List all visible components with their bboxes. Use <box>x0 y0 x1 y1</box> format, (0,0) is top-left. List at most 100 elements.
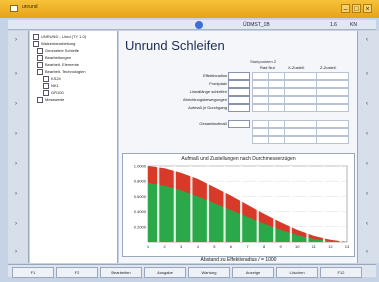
bottom-softkey-bar: F1 F2 Bearbeiten Ausgabe Wartung Anzeige… <box>8 264 376 278</box>
param-label: Effektivradius <box>203 73 227 78</box>
col-header-x: X-Zustell. <box>288 65 305 70</box>
softkey-f1-button[interactable]: F1 <box>12 267 54 278</box>
table-cell[interactable] <box>252 80 269 88</box>
table-cell[interactable] <box>316 88 349 96</box>
softkey-f2-button[interactable]: F2 <box>56 267 98 278</box>
softkey-right-8-icon[interactable]: ‹ <box>366 249 368 255</box>
softkey-right-4-icon[interactable]: ‹ <box>366 131 368 137</box>
table-cell[interactable] <box>268 120 285 128</box>
table-cell[interactable] <box>284 88 317 96</box>
page-title: Unrund Schleifen <box>125 38 225 53</box>
param-input[interactable] <box>228 120 250 128</box>
table-cell[interactable] <box>316 96 349 104</box>
tree-item[interactable]: KS24 <box>43 76 61 82</box>
softkey-right-6-icon[interactable]: ‹ <box>366 191 368 197</box>
table-cell[interactable] <box>316 128 349 136</box>
tree-item[interactable]: GR100 <box>43 90 64 96</box>
softkey-left-6-icon[interactable]: › <box>15 191 17 197</box>
tree-item[interactable]: UNRUND - Unrd (TY 1.0) <box>33 34 86 40</box>
table-cell[interactable] <box>268 96 285 104</box>
table-cell[interactable] <box>284 80 317 88</box>
table-cell[interactable] <box>316 80 349 88</box>
table-cell[interactable] <box>284 104 317 112</box>
right-softkey-strip: ‹ ‹ ‹ ‹ ‹ ‹ ‹ ‹ <box>357 31 379 263</box>
x-tick-label: 2 <box>163 244 166 249</box>
close-button[interactable]: × <box>363 4 372 13</box>
tree-item[interactable]: Walzenbearbeitung <box>33 41 75 47</box>
table-cell[interactable] <box>316 104 349 112</box>
softkey-right-7-icon[interactable]: ‹ <box>366 221 368 227</box>
x-tick-label: 6 <box>230 244 233 249</box>
softkey-left-3-icon[interactable]: › <box>15 101 17 107</box>
softkey-right-5-icon[interactable]: ‹ <box>366 161 368 167</box>
param-input[interactable] <box>228 72 250 80</box>
table-cell[interactable] <box>284 136 317 144</box>
table-cell[interactable] <box>268 104 285 112</box>
softkey-right-3-icon[interactable]: ‹ <box>366 101 368 107</box>
param-input[interactable] <box>228 96 250 104</box>
table-cell[interactable] <box>268 88 285 96</box>
table-cell[interactable] <box>316 136 349 144</box>
param-row: Aufmaß je Durchgang <box>122 104 355 112</box>
param-input[interactable] <box>228 88 250 96</box>
table-cell[interactable] <box>252 128 269 136</box>
infeed-chart: 1.00000.80000.60000.40000.20001 2 3 4 5 6 7 8 9 1… <box>134 164 350 250</box>
param-input[interactable] <box>228 104 250 112</box>
softkey-ausgabe-button[interactable]: Ausgabe <box>144 267 186 278</box>
table-cell[interactable] <box>252 104 269 112</box>
table-cell[interactable] <box>252 120 269 128</box>
table-cell[interactable] <box>252 96 269 104</box>
softkey-f12-button[interactable]: F12 <box>320 267 362 278</box>
softkey-left-1-icon[interactable]: › <box>15 37 17 43</box>
softkey-loeschen-button[interactable]: Löschen <box>276 267 318 278</box>
x-tick-label: 4 <box>197 244 200 249</box>
tree-item[interactable]: NK1 <box>43 83 59 89</box>
minimize-button[interactable]: ‒ <box>341 4 350 13</box>
info-icon[interactable] <box>195 21 203 29</box>
y-tick-label: 0.8000 <box>134 179 147 184</box>
stripe-mark <box>289 166 292 242</box>
maximize-button[interactable]: □ <box>352 4 361 13</box>
tree-item[interactable]: Bearbeitungen <box>37 55 71 61</box>
x-tick-label: 13 <box>345 244 350 249</box>
tree-item[interactable]: Messwerte <box>37 97 64 103</box>
param-input[interactable] <box>228 80 250 88</box>
stripe-mark <box>206 166 210 242</box>
softkey-anzeige-button[interactable]: Anzeige <box>232 267 274 278</box>
tree-node-icon <box>43 83 49 89</box>
softkey-right-1-icon[interactable]: ‹ <box>366 37 368 43</box>
tree-node-icon <box>37 62 43 68</box>
table-cell[interactable] <box>252 72 269 80</box>
table-cell[interactable] <box>284 128 317 136</box>
table-cell[interactable] <box>284 96 317 104</box>
table-cell[interactable] <box>284 120 317 128</box>
table-cell[interactable] <box>252 136 269 144</box>
table-cell[interactable] <box>252 88 269 96</box>
softkey-left-5-icon[interactable]: › <box>15 161 17 167</box>
table-cell[interactable] <box>268 72 285 80</box>
softkey-bearbeiten-button[interactable]: Bearbeiten <box>100 267 142 278</box>
table-cell[interactable] <box>316 72 349 80</box>
softkey-left-7-icon[interactable]: › <box>15 221 17 227</box>
table-cell[interactable] <box>268 80 285 88</box>
left-softkey-strip: › › › › › › › › <box>8 31 29 263</box>
table-cell[interactable] <box>268 136 285 144</box>
softkey-right-2-icon[interactable]: ‹ <box>366 71 368 77</box>
title-center-field: ÜDMST_1B <box>243 22 270 28</box>
chart-x-axis-label: Abstand zu Effektivradius / = 1000 <box>200 257 277 263</box>
table-cell[interactable] <box>268 128 285 136</box>
softkey-left-2-icon[interactable]: › <box>15 71 17 77</box>
param-row: Gesamtaufmaß <box>122 120 355 128</box>
tree-item[interactable]: Geometrie Schleife <box>37 48 79 54</box>
tree-item[interactable]: Bearbeit. Technologien <box>37 69 86 75</box>
softkey-wartung-button[interactable]: Wartung <box>188 267 230 278</box>
table-cell[interactable] <box>284 72 317 80</box>
table-cell[interactable] <box>316 120 349 128</box>
tree-item[interactable]: Bearbeit. Elemente <box>37 62 79 68</box>
stripe-mark <box>157 166 160 242</box>
softkey-left-4-icon[interactable]: › <box>15 131 17 137</box>
stripe-mark <box>173 166 176 242</box>
softkey-left-8-icon[interactable]: › <box>15 249 17 255</box>
stripe-mark <box>322 166 326 242</box>
param-row: Lineallänge schleifen <box>122 88 355 96</box>
